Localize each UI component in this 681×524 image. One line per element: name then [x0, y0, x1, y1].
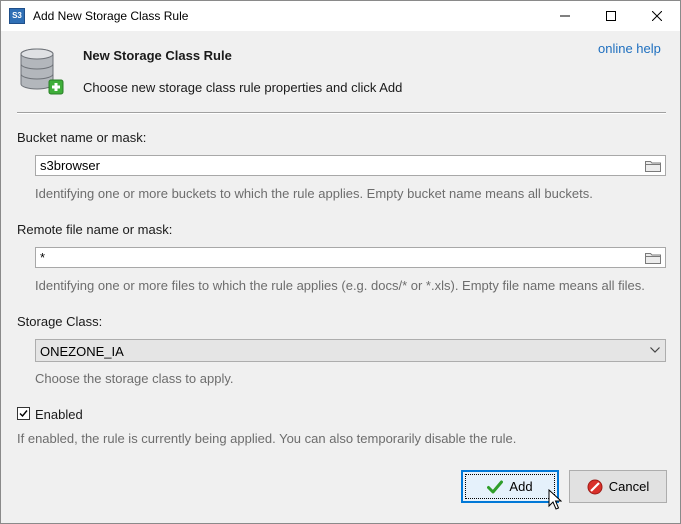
storage-class-value: ONEZONE_IA [40, 344, 124, 359]
window-title: Add New Storage Class Rule [33, 9, 189, 23]
maximize-button[interactable] [588, 1, 634, 31]
bucket-label: Bucket name or mask: [17, 130, 147, 145]
storage-class-hint: Choose the storage class to apply. [35, 371, 234, 386]
folder-icon [645, 253, 661, 264]
bucket-hint: Identifying one or more buckets to which… [35, 186, 593, 201]
checkmark-icon [19, 410, 28, 418]
s3-app-icon: S3 [9, 8, 25, 24]
remote-file-input[interactable] [36, 248, 636, 267]
bucket-input[interactable] [36, 156, 636, 175]
enabled-checkbox[interactable] [17, 407, 30, 420]
chevron-down-icon [650, 347, 660, 353]
close-icon [652, 11, 662, 21]
dialog-window: S3 Add New Storage Class Rule New Storag… [0, 0, 681, 524]
bucket-field [35, 155, 666, 176]
mouse-pointer-icon [548, 489, 562, 510]
enabled-hint: If enabled, the rule is currently being … [17, 431, 517, 446]
cancel-icon [587, 479, 603, 495]
minimize-icon [560, 15, 570, 17]
header-title: New Storage Class Rule [83, 48, 232, 63]
minimize-button[interactable] [542, 1, 588, 31]
add-button[interactable]: Add [461, 470, 559, 503]
close-button[interactable] [634, 1, 680, 31]
remote-file-hint: Identifying one or more files to which t… [35, 278, 645, 293]
dialog-content: New Storage Class Rule Choose new storag… [1, 31, 680, 523]
add-button-label: Add [509, 479, 533, 494]
storage-class-label: Storage Class: [17, 314, 103, 329]
bucket-browse-button[interactable] [642, 157, 664, 174]
maximize-icon [606, 11, 616, 21]
checkmark-green-icon [487, 480, 504, 494]
title-bar[interactable]: S3 Add New Storage Class Rule [1, 1, 680, 31]
remote-file-label: Remote file name or mask: [17, 222, 173, 237]
cancel-button[interactable]: Cancel [569, 470, 667, 503]
storage-class-select[interactable]: ONEZONE_IA [35, 339, 666, 362]
remote-file-browse-button[interactable] [642, 249, 664, 266]
header-divider [17, 112, 666, 114]
folder-icon [645, 161, 661, 172]
header-subtitle: Choose new storage class rule properties… [83, 80, 403, 95]
online-help-link[interactable]: online help [598, 41, 661, 56]
remote-file-field [35, 247, 666, 268]
enabled-label[interactable]: Enabled [35, 407, 83, 422]
database-add-icon [20, 48, 64, 95]
cancel-button-label: Cancel [608, 479, 650, 494]
